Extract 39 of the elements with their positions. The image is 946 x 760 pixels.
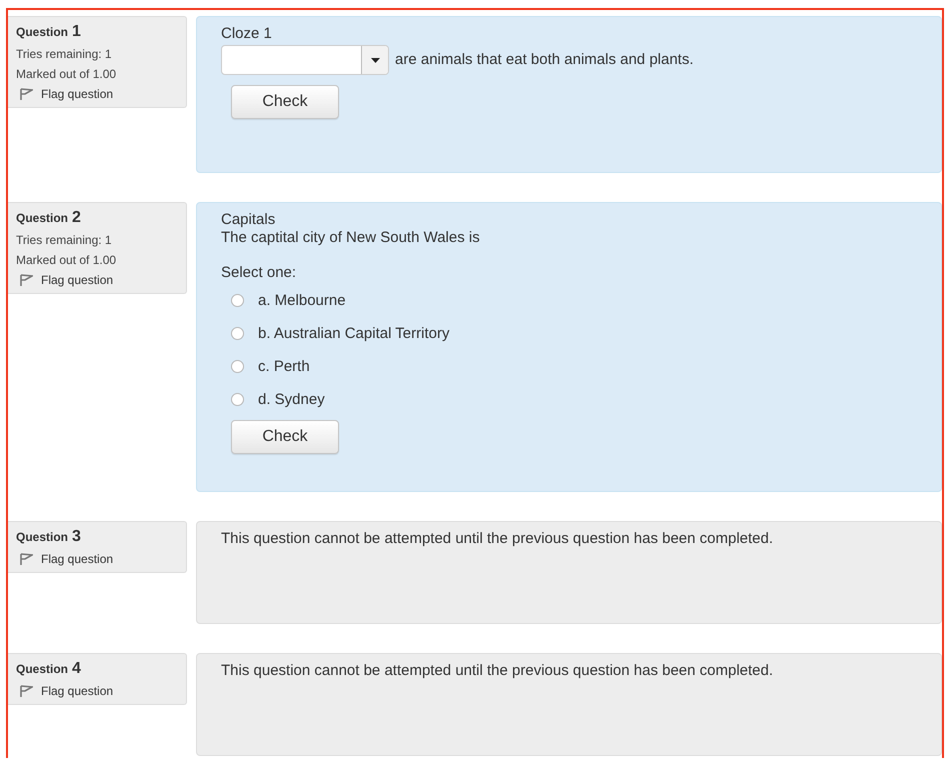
question-number: 4 (72, 660, 81, 678)
question-text: are animals that eat both animals and plants. (395, 51, 694, 69)
option-label[interactable]: b. Australian Capital Territory (258, 325, 450, 342)
radio-button[interactable] (231, 327, 244, 340)
radio-button[interactable] (231, 360, 244, 373)
flag-question-link[interactable]: Flag question (41, 273, 114, 287)
question-number: 1 (72, 23, 81, 41)
flag-question-link[interactable]: Flag question (41, 684, 114, 698)
question-label: Question (16, 662, 68, 676)
question-label: Question (16, 211, 68, 225)
question-label: Question (16, 25, 68, 39)
flag-icon (19, 88, 33, 100)
question-text: The captital city of New South Wales is (221, 229, 481, 247)
flag-icon (19, 552, 33, 566)
flag-icon (19, 274, 33, 286)
option-label[interactable]: d. Sydney (258, 391, 325, 408)
flag-question-link[interactable]: Flag question (41, 552, 114, 566)
locked-message: This question cannot be attempted until the previous question has been completed. (221, 530, 774, 548)
question-number: 2 (72, 209, 81, 227)
question-title: Capitals (221, 211, 276, 229)
locked-message: This question cannot be attempted until the previous question has been completed. (221, 662, 774, 680)
flag-icon (19, 684, 33, 698)
marks-info: Marked out of 1.00 (16, 67, 118, 81)
check-button[interactable]: Check (231, 420, 339, 454)
question-label: Question (16, 530, 68, 544)
check-button[interactable]: Check (231, 85, 339, 119)
question-title: Cloze 1 (221, 25, 273, 43)
marks-info: Marked out of 1.00 (16, 253, 118, 267)
question-number: 3 (72, 528, 81, 546)
caret-icon (370, 58, 380, 62)
option-label[interactable]: c. Perth (258, 358, 310, 375)
radio-button[interactable] (231, 393, 244, 406)
option-label[interactable]: a. Melbourne (258, 292, 346, 309)
tries-remaining: Tries remaining: 1 (16, 47, 113, 61)
flag-question-link[interactable]: Flag question (41, 87, 114, 101)
answer-dropdown[interactable] (221, 45, 389, 75)
radio-button[interactable] (231, 294, 244, 307)
tries-remaining: Tries remaining: 1 (16, 233, 113, 247)
select-prompt: Select one: (221, 264, 298, 282)
